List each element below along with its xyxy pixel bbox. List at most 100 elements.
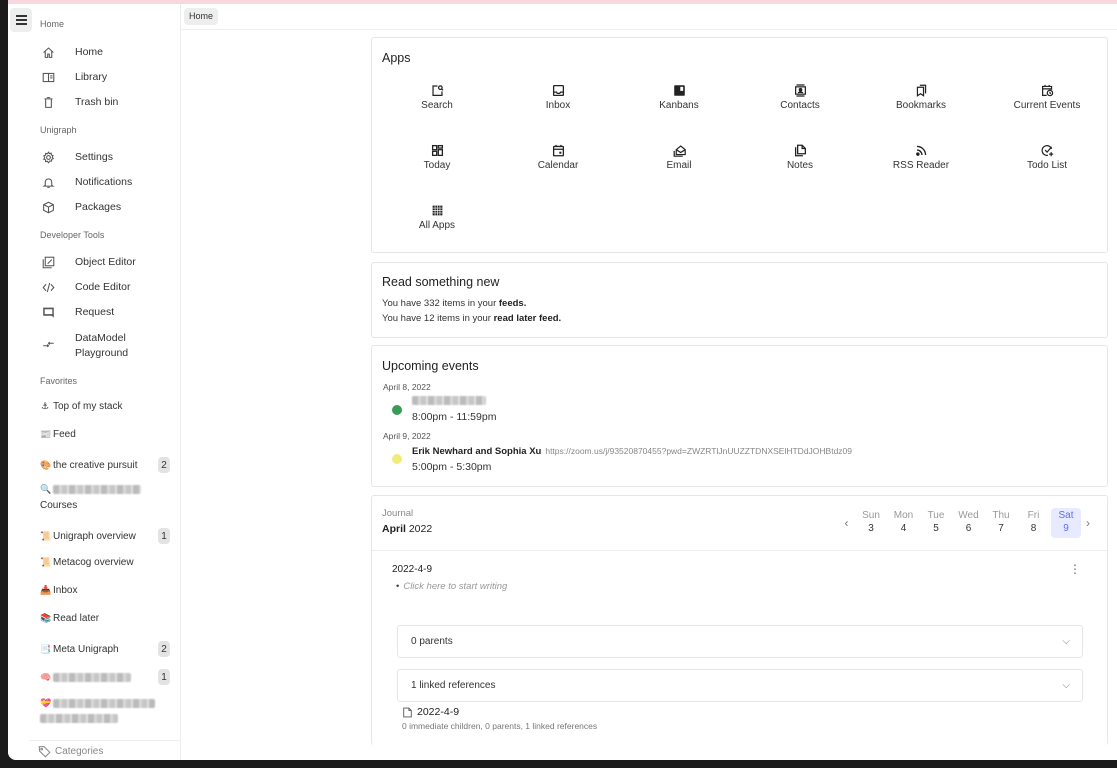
journal-entry-date[interactable]: 2022-4-9 — [392, 564, 432, 575]
grid-icon — [397, 204, 477, 218]
sidebar-item-settings[interactable]: Settings — [40, 150, 113, 165]
sidebar-item-label: Object Editor — [75, 256, 136, 268]
favorite-item[interactable]: 💝 — [40, 698, 170, 723]
favorite-item[interactable]: 🔍 Courses — [40, 484, 170, 511]
comment-icon — [40, 305, 56, 319]
day-sun[interactable]: Sun 3 — [856, 508, 886, 538]
menu-toggle-button[interactable] — [10, 8, 32, 32]
parents-accordion[interactable]: 0 parents ⌵ — [397, 625, 1083, 658]
prev-week-chevron-left-icon[interactable]: ‹ — [840, 516, 854, 530]
heart-emoji-icon: 💝 — [40, 698, 52, 708]
day-fri[interactable]: Fri 8 — [1019, 508, 1049, 538]
categories-button[interactable]: Categories — [30, 740, 181, 758]
event-title[interactable] — [412, 396, 486, 408]
chevron-down-icon: ⌵ — [1062, 680, 1070, 691]
sidebar-item-trash-bin[interactable]: Trash bin — [40, 95, 118, 110]
app-bookmarks[interactable]: Bookmarks — [881, 84, 961, 111]
app-label: Today — [423, 160, 451, 171]
favorite-item[interactable]: 📜 Unigraph overview 1 — [40, 528, 170, 544]
redacted-text — [53, 672, 131, 682]
sidebar-item-label: Code Editor — [75, 281, 131, 293]
inbox-tray-emoji-icon: 📥 — [40, 585, 52, 595]
favorite-item[interactable]: ⚓ Top of my stack — [40, 401, 170, 412]
favorite-item[interactable]: 🧠 1 — [40, 669, 170, 685]
favorite-item[interactable]: 🎨 the creative pursuit 2 — [40, 457, 170, 473]
app-rss-reader[interactable]: RSS Reader — [881, 144, 961, 171]
package-icon — [40, 200, 56, 214]
app-email[interactable]: Email — [639, 144, 719, 171]
app-contacts[interactable]: Contacts — [760, 84, 840, 111]
day-of-week: Sun — [862, 510, 880, 521]
app-label: Notes — [786, 160, 814, 171]
day-mon[interactable]: Mon 4 — [889, 508, 919, 538]
sidebar-item-packages[interactable]: Packages — [40, 200, 121, 215]
contacts-icon — [760, 84, 840, 98]
linked-references-accordion[interactable]: 1 linked references ⌵ — [397, 669, 1083, 702]
app-inbox[interactable]: Inbox — [518, 84, 598, 111]
app-kanbans[interactable]: Kanbans — [639, 84, 719, 111]
app-label: Current Events — [1013, 100, 1081, 111]
sidebar-item-datamodel-playground[interactable]: DataModel Playground — [40, 331, 145, 361]
bell-icon — [40, 175, 56, 189]
chevron-down-icon: ⌵ — [1062, 636, 1070, 647]
day-of-week: Sat — [1058, 510, 1074, 521]
sidebar-item-object-editor[interactable]: Object Editor — [40, 255, 136, 270]
breadcrumb-home[interactable]: Home — [184, 8, 219, 25]
app-current-events[interactable]: Current Events — [1002, 84, 1092, 111]
library-icon — [40, 70, 56, 84]
favorite-item[interactable]: 📰 Feed — [40, 429, 170, 440]
sidebar-item-home[interactable]: Home — [40, 45, 103, 60]
day-of-week: Tue — [927, 510, 945, 521]
sidebar-item-label: Request — [75, 306, 115, 318]
day-of-week: Fri — [1027, 510, 1040, 521]
app-search[interactable]: Search — [397, 84, 477, 111]
favorite-item[interactable]: 📚 Read later — [40, 613, 170, 624]
notes-icon — [760, 144, 840, 158]
app-today[interactable]: Today — [397, 144, 477, 171]
event-date: April 9, 2022 — [383, 431, 431, 441]
count-badge: 2 — [158, 457, 170, 473]
event-title[interactable]: Erik Newhard and Sophia Xu https://zoom.u… — [412, 446, 852, 457]
linked-reference-item[interactable]: 2022-4-9 — [402, 706, 459, 718]
journal-editor-placeholder[interactable]: Click here to start writing — [396, 581, 507, 592]
todo-icon — [1007, 144, 1087, 158]
newspaper-emoji-icon: 📰 — [40, 429, 52, 439]
day-sat-selected[interactable]: Sat 9 — [1051, 508, 1081, 538]
favorite-label: Unigraph overview — [53, 530, 136, 542]
event-link[interactable]: https://zoom.us/j/93520870455?pwd=ZWZRTl… — [545, 446, 852, 456]
app-calendar[interactable]: Calendar — [518, 144, 598, 171]
day-tue[interactable]: Tue 5 — [921, 508, 951, 538]
sidebar-item-label: Library — [75, 71, 108, 83]
favorite-item[interactable]: 📥 Inbox — [40, 585, 170, 596]
sidebar-item-library[interactable]: Library — [40, 70, 107, 85]
app-label: Inbox — [545, 100, 571, 111]
day-number: 6 — [965, 523, 972, 534]
favorite-item[interactable]: 📜 Metacog overview — [40, 557, 170, 568]
favorite-label: the creative pursuit — [53, 459, 138, 471]
search-icon — [397, 84, 477, 98]
sidebar-item-code-editor[interactable]: Code Editor — [40, 280, 130, 295]
sidebar-item-notifications[interactable]: Notifications — [40, 175, 132, 190]
app-notes[interactable]: Notes — [760, 144, 840, 171]
app-label: Contacts — [780, 100, 820, 111]
sidebar-item-request[interactable]: Request — [40, 305, 114, 320]
app-all-apps[interactable]: All Apps — [397, 204, 477, 231]
more-options-icon[interactable]: ⋮ — [1069, 562, 1081, 576]
day-wed[interactable]: Wed 6 — [954, 508, 984, 538]
feeds-link[interactable]: feeds. — [499, 298, 526, 309]
favorite-label: Read later — [53, 613, 100, 624]
app-todo-list[interactable]: Todo List — [1007, 144, 1087, 171]
day-number: 5 — [933, 523, 939, 534]
email-icon — [639, 144, 719, 158]
document-icon — [403, 707, 412, 717]
app-label: Email — [666, 160, 692, 171]
favorite-label: Meta Unigraph — [53, 643, 119, 655]
day-of-week: Wed — [958, 510, 979, 521]
read-later-link[interactable]: read later feed. — [494, 313, 562, 324]
favorite-item[interactable]: 📑 Meta Unigraph 2 — [40, 641, 170, 657]
palette-emoji-icon: 🎨 — [40, 459, 52, 470]
year: 2022 — [408, 523, 433, 535]
day-thu[interactable]: Thu 7 — [986, 508, 1016, 538]
apps-title: Apps — [382, 51, 411, 65]
next-week-chevron-right-icon[interactable]: › — [1081, 516, 1095, 530]
